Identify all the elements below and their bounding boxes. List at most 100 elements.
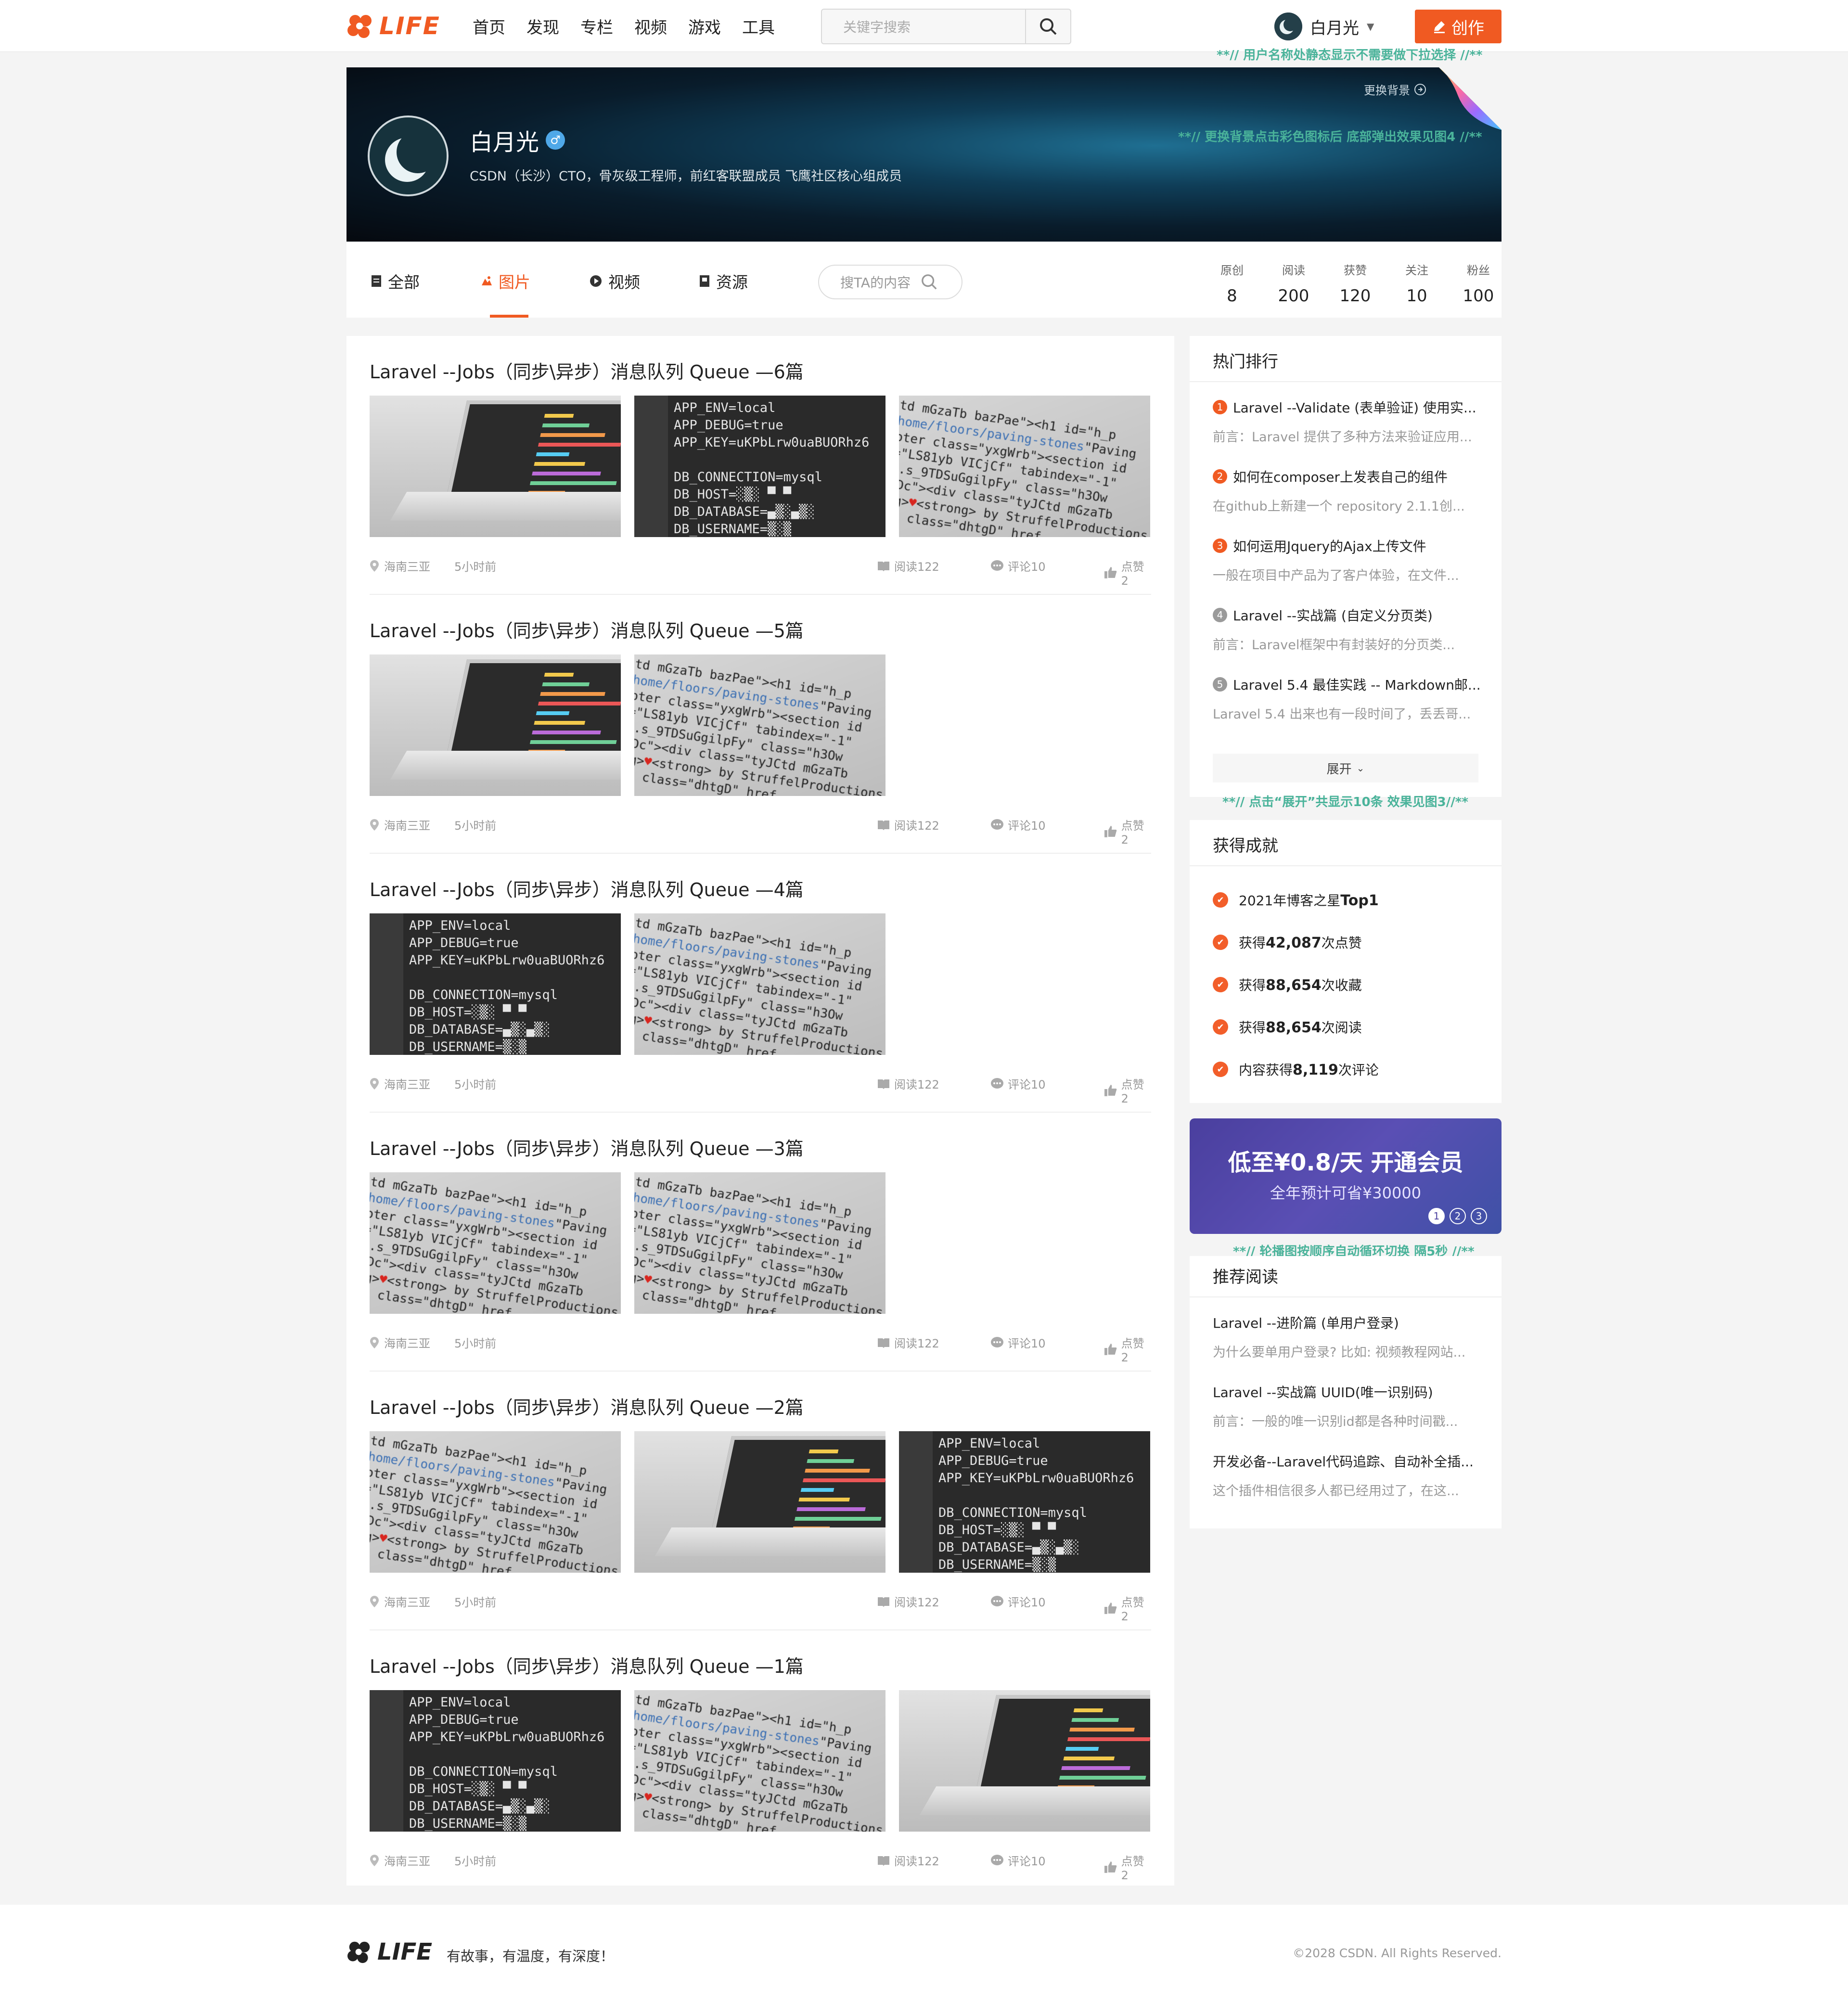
- stat-following[interactable]: 关注 10: [1386, 261, 1448, 306]
- html-code-image[interactable]: td mGzaTb bazPae"><h1 id="h_p home/floor…: [899, 396, 1150, 537]
- comment-count[interactable]: 评论10: [990, 557, 1046, 574]
- thumbs-up-icon: [1104, 825, 1117, 837]
- post-title[interactable]: Laravel --Jobs（同步\异步）消息队列 Queue —2篇: [370, 1393, 804, 1419]
- code-text: td mGzaTb bazPae"><h1 id="h_p home/floor…: [634, 656, 884, 796]
- env-config-image[interactable]: APP_ENV=local APP_DEBUG=true APP_KEY=uKP…: [899, 1431, 1150, 1573]
- laptop-image[interactable]: [370, 396, 621, 537]
- post-title[interactable]: Laravel --Jobs（同步\异步）消息队列 Queue —5篇: [370, 616, 804, 642]
- location-pin-icon: [370, 1595, 379, 1607]
- nav-item-game[interactable]: 游戏: [688, 14, 742, 38]
- hot-list-item[interactable]: 3 如何运用Jquery的Ajax上传文件 一般在项目中产品为了客户体验，在文件..…: [1213, 536, 1482, 584]
- laptop-screen: [445, 659, 621, 760]
- site-logo[interactable]: LIFE: [346, 12, 440, 40]
- html-code-image[interactable]: td mGzaTb bazPae"><h1 id="h_p home/floor…: [634, 913, 886, 1055]
- hot-ranking-title: 热门排行: [1213, 352, 1278, 372]
- post-title[interactable]: Laravel --Jobs（同步\异步）消息队列 Queue —1篇: [370, 1652, 804, 1678]
- tab-videos[interactable]: 视频: [589, 269, 640, 293]
- medal-check-icon: ✔: [1213, 935, 1228, 950]
- stat-followers[interactable]: 粉丝 100: [1448, 261, 1509, 306]
- like-count[interactable]: 点赞2: [1104, 1852, 1151, 1882]
- rank-number-icon: 2: [1213, 469, 1227, 484]
- nav-item-video[interactable]: 视频: [634, 14, 688, 38]
- rainbow-page-curl-icon[interactable]: [1439, 67, 1502, 130]
- location-pin-icon: [370, 819, 379, 831]
- like-count[interactable]: 点赞2: [1104, 816, 1151, 847]
- recommend-item[interactable]: Laravel --进阶篇 (单用户登录) 为什么要单用户登录? 比如: 视频教程…: [1213, 1313, 1482, 1360]
- vip-carousel-banner[interactable]: 低至¥0.8/天 开通会员 全年预计可省¥30000 1 2 3: [1190, 1118, 1502, 1234]
- comment-count[interactable]: 评论10: [990, 816, 1046, 833]
- stat-reads[interactable]: 阅读 200: [1263, 261, 1324, 306]
- laptop-image[interactable]: [634, 1431, 886, 1573]
- env-config-image[interactable]: APP_ENV=local APP_DEBUG=true APP_KEY=uKP…: [370, 1690, 621, 1832]
- like-count[interactable]: 点赞2: [1104, 1334, 1151, 1364]
- achievement-suffix: 次阅读: [1321, 1020, 1362, 1036]
- location-pin-icon: [370, 1077, 379, 1090]
- laptop-image[interactable]: [370, 654, 621, 796]
- nav-item-tools[interactable]: 工具: [742, 14, 796, 38]
- nav-item-discover[interactable]: 发现: [526, 14, 580, 38]
- book-icon: [878, 1079, 889, 1089]
- carousel-dot-3[interactable]: 3: [1471, 1208, 1487, 1224]
- env-config-image[interactable]: APP_ENV=local APP_DEBUG=true APP_KEY=uKP…: [370, 913, 621, 1055]
- post-title[interactable]: Laravel --Jobs（同步\异步）消息队列 Queue —6篇: [370, 357, 804, 384]
- nav-item-column[interactable]: 专栏: [580, 14, 634, 38]
- comment-count[interactable]: 评论10: [990, 1852, 1046, 1869]
- search-button[interactable]: [1025, 10, 1070, 43]
- hot-list-item[interactable]: 5 Laravel 5.4 最佳实践 -- Markdown邮... Laravel…: [1213, 675, 1482, 722]
- tab-images[interactable]: 图片: [480, 269, 530, 293]
- hot-list-item[interactable]: 4 Laravel --实战篇 (自定义分页类) 前言：Laravel框架中有封装好…: [1213, 605, 1482, 653]
- stat-label: 粉丝: [1467, 264, 1490, 277]
- footer-slogan: 有故事，有温度，有深度！: [447, 1948, 615, 1964]
- html-code-image[interactable]: td mGzaTb bazPae"><h1 id="h_p home/floor…: [370, 1172, 621, 1314]
- tab-resources[interactable]: 资源: [699, 269, 748, 293]
- nav-item-home[interactable]: 首页: [473, 14, 526, 38]
- like-count[interactable]: 点赞2: [1104, 1593, 1151, 1623]
- annotation-username: **// 用户名称处静态显示不需要做下拉选择 //**: [1217, 48, 1483, 63]
- laptop-image[interactable]: [899, 1690, 1150, 1832]
- hot-list-item[interactable]: 1 Laravel --Validate (表单验证) 使用实... 前言：Lara…: [1213, 398, 1482, 445]
- stat-label: 原创: [1220, 264, 1244, 277]
- document-icon: [372, 275, 381, 287]
- post-title[interactable]: Laravel --Jobs（同步\异步）消息队列 Queue —3篇: [370, 1134, 804, 1160]
- thumbs-up-icon: [1104, 1602, 1117, 1614]
- like-count[interactable]: 点赞2: [1104, 557, 1151, 588]
- search-input[interactable]: 关键字搜索: [822, 17, 1025, 36]
- book-icon: [878, 1597, 889, 1607]
- achievement-value: Top1: [1340, 892, 1379, 909]
- profile-search-input[interactable]: 搜TA的内容: [818, 265, 962, 299]
- profile-avatar[interactable]: [368, 115, 449, 196]
- recommend-item[interactable]: Laravel --实战篇 UUID(唯一识别码) 前言：一般的唯一识别id都是各…: [1213, 1382, 1482, 1430]
- like-count[interactable]: 点赞2: [1104, 1075, 1151, 1105]
- profile-description: CSDN（长沙）CTO，骨灰级工程师，前红客联盟成员 飞鹰社区核心组成员: [470, 169, 902, 184]
- code-line: [1067, 1737, 1150, 1741]
- html-code-image[interactable]: td mGzaTb bazPae"><h1 id="h_p home/floor…: [634, 1172, 886, 1314]
- comment-count[interactable]: 评论10: [990, 1334, 1046, 1351]
- tab-resources-label: 资源: [716, 273, 748, 292]
- html-code-image[interactable]: td mGzaTb bazPae"><h1 id="h_p home/floor…: [634, 1690, 886, 1832]
- comment-count[interactable]: 评论10: [990, 1593, 1046, 1610]
- carousel-dot-2[interactable]: 2: [1450, 1208, 1466, 1224]
- comment-count[interactable]: 评论10: [990, 1075, 1046, 1092]
- carousel-dot-1[interactable]: 1: [1428, 1208, 1445, 1224]
- change-background-button[interactable]: 更换背景: [1364, 81, 1426, 98]
- env-config-image[interactable]: APP_ENV=local APP_DEBUG=true APP_KEY=uKP…: [634, 396, 886, 537]
- footer-logo[interactable]: LIFE: [346, 1938, 432, 1965]
- logo-text: LIFE: [379, 12, 440, 40]
- chevron-down-icon: ▼: [1367, 21, 1374, 32]
- tab-all[interactable]: 全部: [371, 269, 420, 293]
- user-menu[interactable]: 白月光 ▼: [1274, 13, 1374, 40]
- html-code-image[interactable]: td mGzaTb bazPae"><h1 id="h_p home/floor…: [370, 1431, 621, 1573]
- stat-likes[interactable]: 获赞 120: [1324, 261, 1386, 306]
- post-title[interactable]: Laravel --Jobs（同步\异步）消息队列 Queue —4篇: [370, 875, 804, 901]
- recommend-item[interactable]: 开发必备--Laravel代码追踪、自动补全插... 这个插件相信很多人都已经用过…: [1213, 1451, 1482, 1499]
- code-line: [798, 1498, 850, 1501]
- create-button[interactable]: 创作: [1415, 10, 1502, 43]
- html-code-image[interactable]: td mGzaTb bazPae"><h1 id="h_p home/floor…: [634, 654, 886, 796]
- avatar: [1274, 13, 1302, 40]
- stat-original[interactable]: 原创 8: [1201, 261, 1263, 306]
- code-line: [794, 1517, 882, 1521]
- recommend-item-title: 开发必备--Laravel代码追踪、自动补全插...: [1213, 1454, 1474, 1470]
- expand-button[interactable]: 展开 ⌄: [1213, 754, 1478, 782]
- hot-list-item[interactable]: 2 如何在composer上发表自己的组件 在github上新建一个 reposit…: [1213, 467, 1482, 514]
- laptop-base: [390, 751, 621, 780]
